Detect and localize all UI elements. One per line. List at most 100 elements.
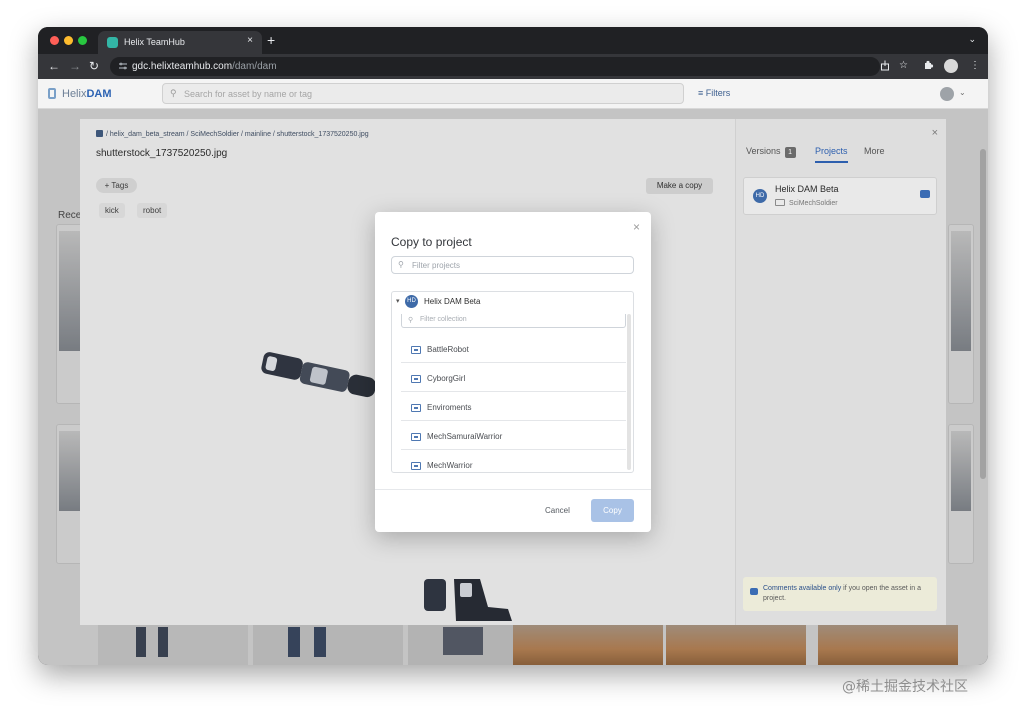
cancel-button[interactable]: Cancel [545,506,570,515]
filters-label: Filters [705,88,731,98]
tab-versions-label: Versions [746,146,781,156]
comment-icon[interactable] [920,190,930,198]
filter-icon: ≡ [698,88,706,98]
project-name: Helix DAM Beta [775,184,839,194]
url-text: gdc.helixteamhub.com/dam/dam [132,61,277,72]
project-tree-item[interactable]: ▾ HD Helix DAM Beta [392,292,633,312]
project-tree: ▾ HD Helix DAM Beta ⚲ Filter collection … [391,291,634,473]
browser-toolbar: ← → ↻ gdc.helixteamhub.com/dam/dam ☆ ⋮ [38,54,988,79]
collection-icon [411,462,421,470]
collection-icon [411,375,421,383]
address-bar[interactable]: gdc.helixteamhub.com/dam/dam [110,57,880,76]
browser-tab[interactable]: Helix TeamHub × [98,31,262,54]
collection-label: Enviroments [427,403,472,412]
copy-button[interactable]: Copy [591,499,634,522]
breadcrumb-path: / helix_dam_beta_stream / SciMechSoldier… [106,131,369,138]
url-path: /dam/dam [232,61,277,72]
comment-icon [750,588,758,595]
home-icon[interactable] [96,130,103,137]
helix-favicon-icon [107,37,118,48]
versions-count-badge: 1 [784,147,796,158]
collection-icon [411,346,421,354]
tab-versions[interactable]: Versions 1 [746,146,796,158]
search-icon: ⚲ [398,260,404,269]
watermark: @稀土掘金技术社区 [842,679,968,695]
collection-icon [411,433,421,441]
chevron-down-icon[interactable]: ▾ [396,297,400,305]
asset-search-input[interactable]: ⚲ Search for asset by name or tag [162,83,684,104]
url-host: gdc.helixteamhub.com [132,61,233,72]
profile-avatar[interactable] [944,59,958,73]
tab-more[interactable]: More [864,146,885,156]
make-a-copy-button[interactable]: Make a copy [646,178,713,194]
project-avatar: HD [753,189,767,203]
extensions-puzzle-icon[interactable] [924,60,934,70]
project-collection-label: SciMechSoldier [789,200,838,207]
collection-label: MechWarrior [427,461,473,470]
collection-item[interactable]: Enviroments [401,395,626,421]
project-avatar: HD [405,295,418,308]
search-icon: ⚲ [408,317,414,324]
filter-collection-input[interactable]: ⚲ Filter collection [401,314,626,328]
forward-arrow-icon[interactable]: → [69,59,81,73]
tree-scrollbar[interactable] [627,314,631,470]
close-icon[interactable]: × [633,220,640,234]
browser-menu-icon[interactable]: ⋮ [970,60,980,71]
dialog-divider [375,489,651,490]
breadcrumb[interactable]: / helix_dam_beta_stream / SciMechSoldier… [96,130,369,138]
collection-item[interactable]: MechWarrior [401,453,626,472]
screenshot: Helix TeamHub × + ⌄ ← → ↻ gdc.helixteamh… [0,0,1024,717]
comments-notice-strong: Comments available only [763,585,842,592]
minimize-window-button[interactable] [64,36,73,45]
close-window-button[interactable] [50,36,59,45]
browser-window: Helix TeamHub × + ⌄ ← → ↻ gdc.helixteamh… [38,27,988,665]
collection-label: MechSamuraiWarrior [427,432,503,441]
tab-search-chevron-icon[interactable]: ⌄ [968,34,976,45]
filters-button[interactable]: ≡ Filters [698,88,730,98]
tag-chip[interactable]: kick [99,203,125,218]
tab-title: Helix TeamHub [124,37,185,47]
bookmark-star-icon[interactable]: ☆ [899,60,908,71]
asset-title: shutterstock_1737520250.jpg [96,148,228,159]
dialog-title: Copy to project [391,235,472,249]
add-tags-button[interactable]: + Tags [96,178,137,193]
tab-close-icon[interactable]: × [247,35,253,46]
logo-prefix: Helix [62,88,87,100]
collection-item[interactable]: BattleRobot [401,337,626,363]
browser-tab-bar: Helix TeamHub × + ⌄ [38,27,988,54]
reload-icon[interactable]: ↻ [89,59,99,73]
logo-suffix: DAM [86,88,112,100]
collection-item[interactable]: CyborgGirl [401,366,626,392]
helix-logo-icon [48,88,56,99]
collection-icon [411,404,421,412]
copy-to-project-dialog: Copy to project × ⚲ Filter projects ▾ HD… [375,212,651,532]
filter-projects-placeholder: Filter projects [412,261,461,270]
project-card[interactable]: HD Helix DAM Beta SciMechSoldier [743,177,937,215]
app-header: HelixDAM ⚲ Search for asset by name or t… [38,79,988,109]
filter-projects-input[interactable]: ⚲ Filter projects [391,256,634,274]
project-collection: SciMechSoldier [775,199,838,207]
app-logo[interactable]: HelixDAM [62,88,112,100]
search-icon: ⚲ [170,88,177,98]
filter-collection-placeholder: Filter collection [420,316,467,323]
maximize-window-button[interactable] [78,36,87,45]
comments-notice: Comments available only if you open the … [743,577,937,611]
chevron-down-icon[interactable]: ⌄ [959,88,966,97]
tag-chip[interactable]: robot [137,203,168,218]
site-settings-icon[interactable] [118,61,128,71]
asset-search-placeholder: Search for asset by name or tag [184,89,313,99]
close-viewer-icon[interactable]: × [932,127,938,139]
asset-side-panel: × Versions 1 Projects More HD Helix DAM B… [735,119,946,625]
collection-label: CyborgGirl [427,374,466,383]
new-tab-button[interactable]: + [267,32,275,48]
collection-item[interactable]: MechSamuraiWarrior [401,424,626,450]
share-icon[interactable] [880,60,890,71]
collection-label: BattleRobot [427,345,469,354]
tab-projects[interactable]: Projects [815,146,848,163]
helix-dam-app: HelixDAM ⚲ Search for asset by name or t… [38,79,988,665]
collection-icon [775,199,785,206]
project-name: Helix DAM Beta [424,297,481,306]
user-avatar[interactable] [940,87,954,101]
comments-notice-text: Comments available only if you open the … [763,584,933,604]
back-arrow-icon[interactable]: ← [48,59,60,73]
